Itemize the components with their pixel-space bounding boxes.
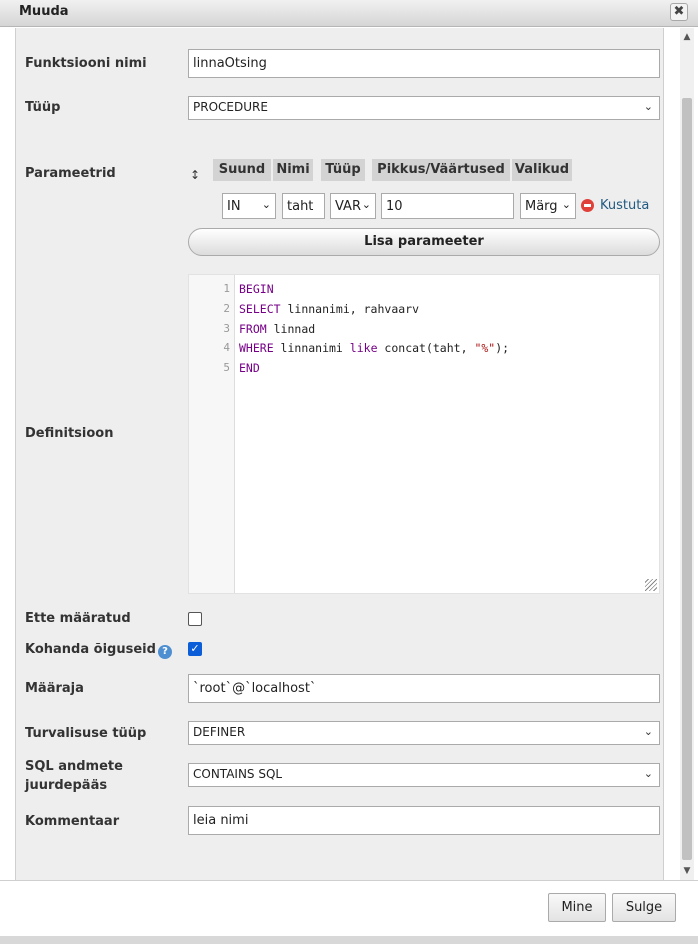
param-type-value: VAR xyxy=(335,199,361,214)
params-label: Parameetrid xyxy=(25,166,116,181)
close-button[interactable]: Sulge xyxy=(612,893,676,922)
sql-access-value: CONTAINS SQL xyxy=(193,767,283,781)
code-token: SELECT xyxy=(239,302,281,316)
param-options-select[interactable]: Märg ⌄ xyxy=(520,193,576,219)
dialog-title: Muuda xyxy=(19,4,69,19)
comment-input[interactable]: leia nimi xyxy=(188,806,660,835)
chevron-down-icon: ⌄ xyxy=(643,767,653,780)
scrollbar-thumb[interactable] xyxy=(682,98,692,860)
chevron-down-icon: ⌄ xyxy=(361,198,371,211)
sql-access-select[interactable]: CONTAINS SQL ⌄ xyxy=(188,763,660,787)
code-token: ); xyxy=(495,341,510,355)
definer-label: Määraja xyxy=(25,681,84,696)
param-header-options: Valikud xyxy=(512,159,572,181)
security-type-select[interactable]: DEFINER ⌄ xyxy=(188,721,660,745)
code-token: FROM xyxy=(239,322,267,336)
code-token: concat(taht, xyxy=(377,341,475,355)
delete-icon[interactable] xyxy=(581,199,594,212)
code-token: END xyxy=(239,361,260,375)
line-number: 5 xyxy=(223,361,230,374)
name-label: Funktsiooni nimi xyxy=(25,56,147,71)
line-number: 2 xyxy=(223,302,230,315)
close-icon[interactable]: ✖ xyxy=(670,3,688,21)
chevron-down-icon: ⌄ xyxy=(261,198,271,211)
comment-label: Kommentaar xyxy=(25,814,120,829)
dialog-titlebar: Muuda ✖ xyxy=(0,0,698,27)
help-icon[interactable]: ? xyxy=(158,645,172,659)
line-number: 3 xyxy=(223,322,230,335)
type-select-value: PROCEDURE xyxy=(193,100,268,114)
adjust-privileges-checkbox[interactable]: ✓ xyxy=(188,642,202,656)
definer-input[interactable]: `root`@`localhost` xyxy=(188,674,660,703)
footer-divider xyxy=(0,880,698,881)
security-type-value: DEFINER xyxy=(193,725,246,739)
definition-editor[interactable]: 1 2 3 4 5 BEGIN SELECT linnanimi, rahvaar… xyxy=(188,274,660,594)
editor-gutter: 1 2 3 4 5 xyxy=(189,275,235,593)
param-header-name: Nimi xyxy=(273,159,313,181)
add-parameter-button[interactable]: Lisa parameeter xyxy=(188,228,660,256)
code-token: WHERE xyxy=(239,341,274,355)
param-header-length: Pikkus/Väärtused xyxy=(372,159,510,181)
scroll-down-icon[interactable]: ▼ xyxy=(680,864,694,878)
delete-param-link[interactable]: Kustuta xyxy=(600,198,649,213)
scrollbar[interactable]: ▲ ▼ xyxy=(680,28,694,880)
param-header-type: Tüüp xyxy=(321,159,365,181)
param-type-select[interactable]: VAR ⌄ xyxy=(330,193,376,219)
security-type-label: Turvalisuse tüüp xyxy=(25,726,147,741)
chevron-down-icon: ⌄ xyxy=(561,198,571,211)
code-line: SELECT linnanimi, rahvaarv xyxy=(239,302,419,316)
sql-access-label-line2: juurdepääs xyxy=(25,778,108,793)
code-token: "%" xyxy=(474,341,496,355)
scroll-up-icon[interactable]: ▲ xyxy=(680,30,694,44)
param-name-input[interactable]: taht xyxy=(282,193,325,219)
param-header-direction: Suund xyxy=(213,159,271,181)
param-direction-value: IN xyxy=(227,199,241,214)
bottom-strip xyxy=(0,936,698,944)
code-token: linnanimi, rahvaarv xyxy=(280,302,420,316)
code-line: FROM linnad xyxy=(239,322,315,336)
name-input[interactable]: linnaOtsing xyxy=(188,49,660,78)
param-direction-select[interactable]: IN ⌄ xyxy=(222,193,276,219)
definition-label: Definitsioon xyxy=(25,426,114,441)
type-select[interactable]: PROCEDURE ⌄ xyxy=(188,96,660,120)
deterministic-checkbox[interactable] xyxy=(188,612,202,626)
code-token: like xyxy=(349,341,378,355)
code-line: WHERE linnanimi like concat(taht, "%"); xyxy=(239,341,509,355)
chevron-down-icon: ⌄ xyxy=(643,100,653,113)
code-line: END xyxy=(239,361,260,375)
code-token: BEGIN xyxy=(239,282,274,296)
go-button[interactable]: Mine xyxy=(548,893,606,922)
param-length-input[interactable]: 10 xyxy=(381,193,514,219)
deterministic-label: Ette määratud xyxy=(25,611,131,626)
type-label: Tüüp xyxy=(25,100,61,115)
resize-handle-icon[interactable] xyxy=(645,579,657,591)
chevron-down-icon: ⌄ xyxy=(643,725,653,738)
adjust-privileges-label: Kohanda õiguseid xyxy=(25,642,156,657)
code-line: BEGIN xyxy=(239,282,274,296)
sql-access-label-line1: SQL andmete xyxy=(25,759,123,774)
dialog-body: Funktsiooni nimi linnaOtsing Tüüp PROCED… xyxy=(0,28,698,880)
code-token: linnanimi xyxy=(273,341,350,355)
drag-handle-icon[interactable]: ↕ xyxy=(190,168,200,182)
code-token: linnad xyxy=(266,322,316,336)
line-number: 1 xyxy=(223,282,230,295)
line-number: 4 xyxy=(223,341,230,354)
param-options-value: Märg xyxy=(525,199,558,214)
